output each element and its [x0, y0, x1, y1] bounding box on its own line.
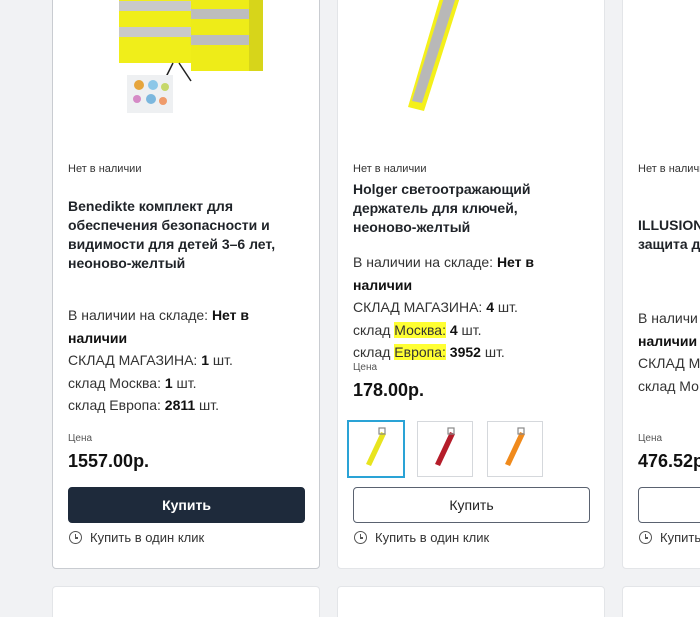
- highlight-moscow: Москва:: [394, 321, 446, 338]
- buy-button[interactable]: [638, 487, 700, 523]
- product-card[interactable]: [622, 586, 700, 617]
- product-title[interactable]: Holger светоотражающий держатель для клю…: [353, 180, 598, 237]
- price: 1557.00р.: [68, 451, 150, 471]
- price: 476.52р: [638, 451, 700, 471]
- price-label: Цена: [68, 433, 93, 444]
- stock-status: Нет в наличии: [353, 163, 427, 175]
- key-holder-image: [408, 0, 460, 111]
- warehouse-stock: В наличи наличии СКЛАД М склад Мо: [638, 310, 700, 394]
- price-label: Цена: [638, 433, 663, 444]
- product-image[interactable]: [53, 0, 319, 141]
- one-click-label: Купить в один клик: [90, 530, 205, 545]
- product-card[interactable]: [337, 586, 605, 617]
- one-click-label: Купить в один клик: [375, 530, 490, 545]
- stock-status: Нет в наличии: [638, 163, 700, 175]
- color-thumb-orange[interactable]: [487, 421, 543, 477]
- color-thumb-yellow[interactable]: [347, 420, 405, 478]
- key-holder-orange-icon: [505, 427, 525, 466]
- safety-kit-image: [119, 0, 263, 113]
- clock-icon: [354, 531, 367, 544]
- warehouse-stock: В наличии на складе: Нет в наличии СКЛАД…: [68, 307, 250, 413]
- one-click-buy-link[interactable]: Купить: [639, 530, 700, 545]
- product-card[interactable]: Нет в наличии Benedikte комплект для обе…: [52, 0, 320, 569]
- product-card[interactable]: Нет в наличии Holger светоотражающий дер…: [337, 0, 605, 569]
- one-click-buy-link[interactable]: Купить в один клик: [69, 530, 204, 545]
- buy-button[interactable]: Купить: [68, 487, 305, 523]
- product-title[interactable]: ILLUSION защита д: [638, 216, 700, 254]
- stock-status: Нет в наличии: [68, 163, 142, 175]
- one-click-label: Купить: [660, 530, 700, 545]
- product-image[interactable]: [338, 0, 604, 141]
- product-grid: Нет в наличии Benedikte комплект для обе…: [0, 0, 700, 617]
- product-card[interactable]: [52, 586, 320, 617]
- key-holder-red-icon: [435, 427, 455, 466]
- one-click-buy-link[interactable]: Купить в один клик: [354, 530, 489, 545]
- clock-icon: [69, 531, 82, 544]
- clock-icon: [639, 531, 652, 544]
- price-label: Цена: [353, 362, 378, 373]
- product-title[interactable]: Benedikte комплект для обеспечения безоп…: [68, 197, 313, 273]
- key-holder-yellow-icon: [366, 427, 386, 466]
- buy-button[interactable]: Купить: [353, 487, 590, 523]
- highlight-europe: Европа:: [394, 344, 446, 360]
- product-card[interactable]: Нет в наличии ILLUSION защита д В наличи…: [622, 0, 700, 569]
- price: 178.00р.: [353, 380, 425, 400]
- warehouse-stock: В наличии на складе: Нет в наличии СКЛАД…: [353, 254, 535, 360]
- color-thumb-red[interactable]: [417, 421, 473, 477]
